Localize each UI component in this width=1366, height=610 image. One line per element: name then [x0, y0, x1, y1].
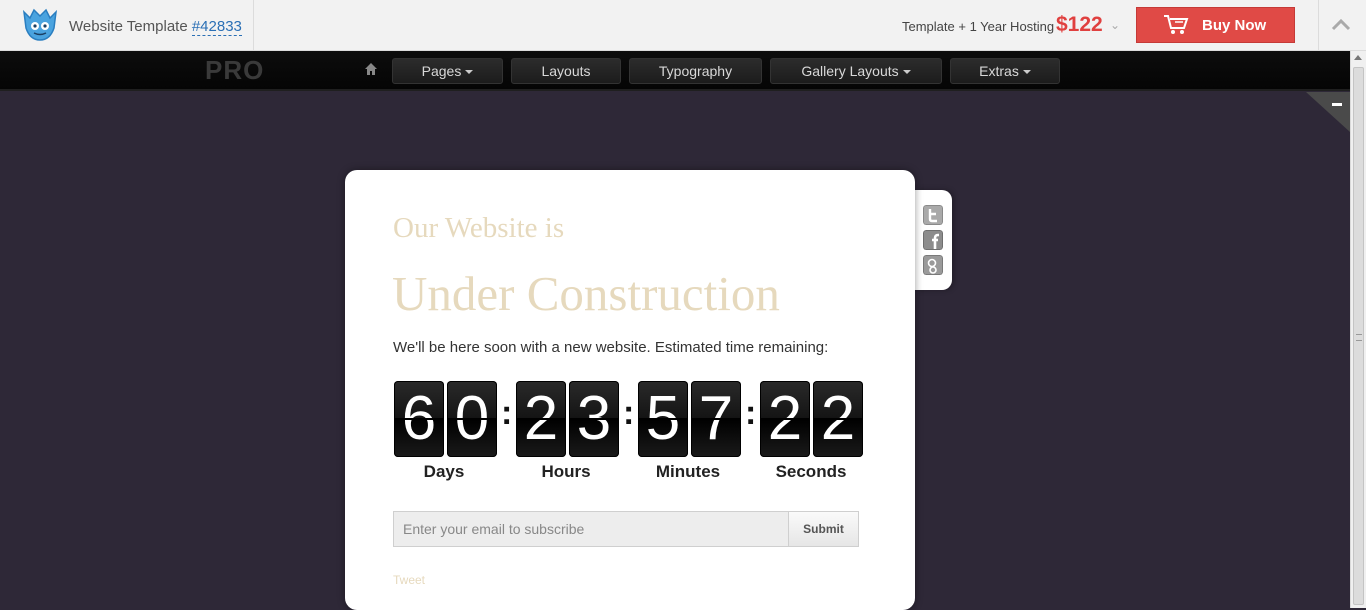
nav-item-gallery-layouts[interactable]: Gallery Layouts — [770, 58, 942, 84]
page-subtitle: Our Website is — [393, 212, 565, 244]
hosting-label: Template + 1 Year Hosting — [902, 19, 1055, 34]
scroll-up-icon[interactable] — [1354, 55, 1362, 60]
nav-item-label: Pages — [421, 63, 462, 79]
countdown-digit: 2 — [516, 381, 566, 457]
countdown-digit: 5 — [638, 381, 688, 457]
brand-logo[interactable]: PRO — [205, 55, 264, 86]
construction-card: Our Website is Under Construction We'll … — [345, 170, 915, 610]
divider — [253, 0, 254, 50]
logo-icon[interactable] — [20, 6, 60, 42]
nav-item-layouts[interactable]: Layouts — [511, 58, 621, 84]
template-id-link[interactable]: #42833 — [191, 18, 242, 36]
buy-now-button[interactable]: Buy Now — [1136, 7, 1295, 43]
countdown-separator: : — [745, 394, 757, 432]
caret-down-icon — [902, 70, 911, 75]
site-label: Website Template — [69, 18, 192, 35]
panel-toggle[interactable] — [1306, 92, 1350, 132]
nav-item-label: Layouts — [541, 63, 591, 79]
nav-item-label: Extras — [979, 63, 1019, 79]
submit-button[interactable]: Submit — [788, 511, 859, 547]
twitter-icon[interactable] — [923, 205, 943, 225]
template-topbar: Website Template #42833 Template + 1 Yea… — [0, 0, 1366, 51]
social-panel — [915, 190, 952, 290]
home-icon[interactable] — [364, 62, 378, 76]
price[interactable]: $122 — [1056, 13, 1103, 37]
nav-item-pages[interactable]: Pages — [392, 58, 503, 84]
main-nav: PRO Pages Layouts Typography Gallery Lay… — [0, 51, 1350, 91]
countdown-digit: 2 — [760, 381, 810, 457]
caret-down-icon — [1022, 70, 1031, 75]
site-title: Website Template #42833 — [69, 18, 242, 36]
countdown-digit: 7 — [691, 381, 741, 457]
countdown-digit: 6 — [394, 381, 444, 457]
countdown-separator: : — [623, 394, 635, 432]
nav-item-typography[interactable]: Typography — [629, 58, 762, 84]
chevron-up-icon[interactable] — [1330, 14, 1352, 36]
countdown-label-hours: Hours — [541, 462, 591, 481]
chevron-down-icon[interactable]: ⌄ — [1110, 18, 1120, 32]
tweet-link[interactable]: Tweet — [393, 573, 425, 587]
nav-item-label: Typography — [658, 63, 733, 79]
description: We'll be here soon with a new website. E… — [393, 339, 829, 356]
nav-item-extras[interactable]: Extras — [950, 58, 1060, 84]
countdown-label-days: Days — [423, 462, 465, 481]
buy-now-label: Buy Now — [1202, 17, 1267, 34]
countdown-digit: 2 — [813, 381, 863, 457]
cart-icon — [1164, 15, 1189, 34]
page-title: Under Construction — [392, 266, 780, 321]
divider — [1318, 0, 1319, 50]
caret-down-icon — [465, 70, 474, 75]
countdown-separator: : — [501, 394, 513, 432]
google-plus-icon[interactable] — [923, 255, 943, 275]
scrollbar[interactable] — [1350, 51, 1366, 608]
grip-icon — [1356, 334, 1362, 341]
facebook-icon[interactable] — [923, 230, 943, 250]
countdown-digit: 0 — [447, 381, 497, 457]
scrollbar-thumb[interactable] — [1353, 67, 1364, 605]
email-input[interactable]: Enter your email to subscribe — [393, 511, 789, 547]
countdown-label-seconds: Seconds — [775, 462, 847, 481]
nav-item-label: Gallery Layouts — [801, 63, 899, 79]
minus-icon — [1332, 103, 1342, 106]
countdown-label-minutes: Minutes — [655, 462, 721, 481]
countdown-digit: 3 — [569, 381, 619, 457]
